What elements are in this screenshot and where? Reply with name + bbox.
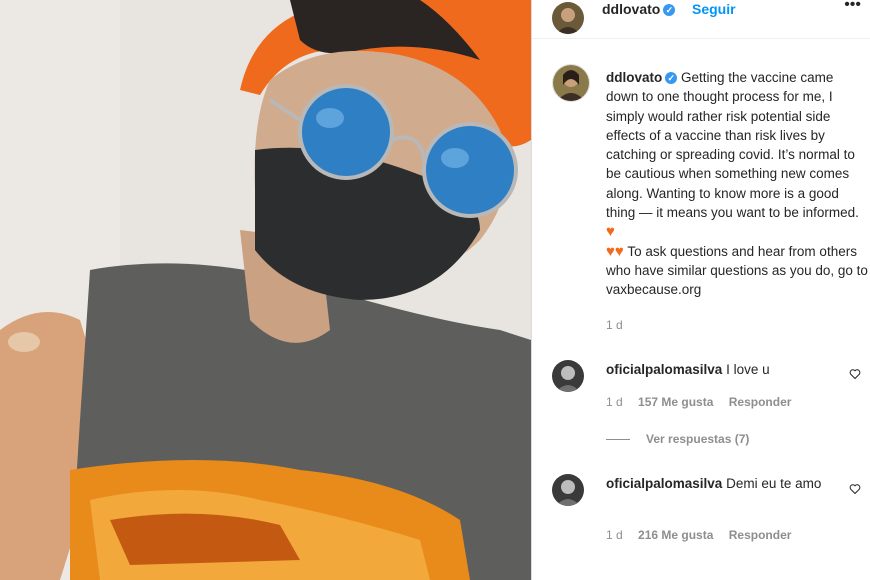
follow-button[interactable]: Seguir: [692, 1, 736, 17]
post-side-panel: ddlovato ✓ Seguir ••• ddlovato ✓ Getting t…: [531, 0, 870, 580]
like-comment-heart-icon[interactable]: [849, 368, 861, 380]
comment-body: Demi eu te amo: [726, 476, 822, 491]
comment-text: oficialpalomasilva I love u: [606, 360, 826, 379]
like-comment-heart-icon[interactable]: [849, 483, 861, 495]
view-replies-button[interactable]: Ver respuestas (7): [606, 432, 749, 446]
caption-author-avatar[interactable]: [552, 64, 590, 102]
comment-meta: 1 d 216 Me gusta Responder: [606, 528, 803, 542]
commenter-avatar[interactable]: [552, 474, 584, 506]
comment-time[interactable]: 1 d: [606, 395, 623, 409]
verified-badge-icon: ✓: [663, 4, 676, 16]
comment-username[interactable]: oficialpalomasilva: [606, 362, 722, 377]
verified-badge-icon: ✓: [665, 72, 678, 84]
post-photo[interactable]: [0, 0, 531, 580]
author-username-header[interactable]: ddlovato ✓: [602, 1, 676, 17]
orange-heart-icon: ♥: [606, 242, 615, 260]
more-options-icon[interactable]: •••: [844, 0, 861, 14]
orange-heart-icon: ♥: [606, 223, 615, 241]
post-photo-image: [0, 0, 531, 580]
comment-meta: 1 d 157 Me gusta Responder: [606, 395, 803, 409]
comment-likes[interactable]: 157 Me gusta: [638, 395, 713, 409]
view-replies-label[interactable]: Ver respuestas (7): [646, 432, 749, 446]
comment-likes[interactable]: 216 Me gusta: [638, 528, 713, 542]
orange-heart-icon: ♥: [614, 242, 624, 260]
comment-text: oficialpalomasilva Demi eu te amo: [606, 474, 826, 493]
caption-text-1: Getting the vaccine came down to one tho…: [606, 70, 859, 221]
replies-divider-line: [606, 439, 630, 441]
caption-text-2: To ask questions and hear from others wh…: [606, 243, 868, 298]
comment-body: I love u: [726, 362, 770, 377]
caption-time[interactable]: 1 d: [606, 318, 623, 332]
reply-button[interactable]: Responder: [729, 395, 792, 409]
caption-username[interactable]: ddlovato: [606, 70, 662, 85]
comment-time[interactable]: 1 d: [606, 528, 623, 542]
comment-username[interactable]: oficialpalomasilva: [606, 476, 722, 491]
reply-button[interactable]: Responder: [729, 528, 792, 542]
post-header: ddlovato ✓ Seguir •••: [532, 0, 870, 39]
commenter-avatar[interactable]: [552, 360, 584, 392]
post-caption: ddlovato ✓ Getting the vaccine came down …: [606, 68, 868, 300]
author-avatar[interactable]: [552, 2, 584, 34]
author-username-text[interactable]: ddlovato: [602, 1, 660, 17]
